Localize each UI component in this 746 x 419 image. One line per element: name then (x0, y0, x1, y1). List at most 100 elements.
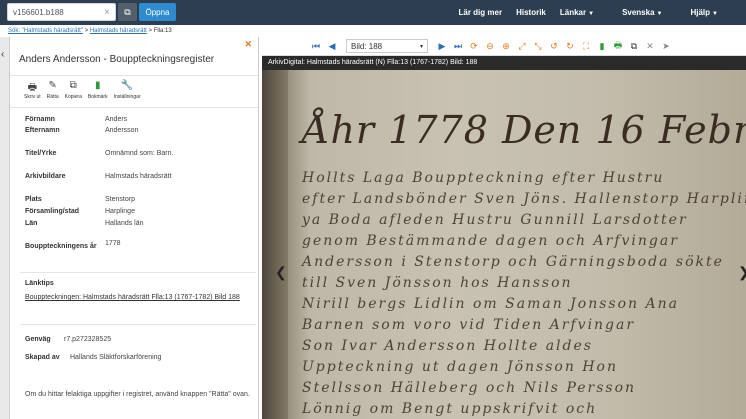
breadcrumb-search[interactable]: Sök: "Halmstads häradsrätt" (8, 28, 83, 34)
field-value: Stenstorp (105, 196, 135, 203)
nav-language-label[interactable]: Svenska (622, 8, 654, 17)
caret-down-icon: ▼ (712, 11, 718, 17)
links-section: Länktips Bouppteckningen: Halmstads hära… (25, 280, 255, 303)
fit-icon[interactable]: ⤢ (514, 41, 530, 52)
bookmark-button[interactable]: ▮ Bokmärk (88, 76, 108, 107)
caret-down-icon: ▼ (656, 11, 663, 17)
handwritten-line: Stellsson Hälleberg och Nils Persson (302, 380, 637, 396)
handwritten-line: Son Ivar Andersson Hollte aldes (302, 338, 593, 354)
nav-learn-more[interactable]: Lär dig mer (459, 8, 503, 17)
divider (20, 272, 256, 273)
bookmark-label: Bokmärk (87, 94, 108, 100)
panel-collapse-strip[interactable]: ‹ (0, 37, 10, 419)
settings-label: Inställningar (113, 94, 141, 100)
field-value: Andersson (105, 127, 139, 134)
shortcut-value[interactable]: r7.p272328525 (64, 336, 214, 343)
document-heading: Åhr 1778 Den 16 Februarii (302, 108, 746, 152)
page-selector[interactable]: Bild: 188 ▾ (346, 39, 428, 53)
print-button[interactable]: 🖶 Skriv ut (24, 76, 41, 107)
nav-links[interactable]: Länkar ▼ (560, 8, 608, 17)
field-value: Halmstads häradsrätt (105, 173, 172, 180)
search-input[interactable]: v156601.b188 × (7, 3, 116, 21)
field-label: Plats (25, 196, 42, 203)
document-image[interactable]: Åhr 1778 Den 16 Februarii Hollts Laga Bo… (262, 70, 746, 419)
rotate-right-icon[interactable]: ↻ (562, 41, 578, 52)
expand-icon[interactable]: ⤡ (530, 41, 546, 52)
field-label: Arkivbildare (25, 173, 66, 180)
last-page-icon[interactable]: ⏭ (450, 41, 466, 52)
tools-icon[interactable]: ✕ (642, 41, 658, 52)
next-image-icon[interactable]: ❯ (738, 264, 746, 281)
nav-language[interactable]: Svenska ▼ (622, 8, 676, 17)
caret-down-icon: ▼ (588, 11, 595, 17)
rotate-left-icon[interactable]: ↺ (546, 41, 562, 52)
field-value: Harplinge (105, 208, 135, 215)
correct-button[interactable]: ✎ Rätta (47, 76, 59, 107)
handwritten-line: till Sven Jönsson hos Hansson (302, 275, 573, 291)
bookmark-icon[interactable]: ▮ (594, 41, 610, 52)
pencil-icon: ✎ (48, 80, 57, 91)
handwritten-line: Lönnig om Bengt uppskrifvit och (302, 401, 598, 417)
clear-icon[interactable]: × (104, 7, 110, 18)
field-label: Län (25, 220, 38, 227)
nav-links-label[interactable]: Länkar (560, 8, 586, 17)
archive-link[interactable]: Bouppteckningen: Halmstads häradsrätt Fl… (25, 293, 255, 303)
panel-toolbar: 🖶 Skriv ut ✎ Rätta ⧉ Kopiera ▮ Bokmärk 🔧 Inst… (10, 75, 258, 108)
search-value[interactable]: v156601.b188 (13, 8, 104, 17)
prev-page-icon[interactable]: ◀ (324, 41, 340, 52)
print-label: Skriv ut (24, 94, 41, 100)
refresh-icon[interactable]: ⟳ (466, 41, 482, 52)
prev-image-icon[interactable]: ❮ (275, 264, 287, 281)
wrench-icon: 🔧 (120, 80, 134, 91)
settings-button[interactable]: 🔧 Inställningar (114, 76, 141, 107)
field-value: Anders (105, 116, 128, 123)
top-navbar: v156601.b188 × ⧉ Öppna Lär dig mer Histo… (0, 0, 746, 25)
zoom-out-icon[interactable]: ⊖ (482, 41, 498, 52)
field-label: Församling/stad (25, 208, 80, 215)
fullscreen-icon[interactable]: ⛶ (578, 41, 594, 52)
nav-history[interactable]: Historik (516, 8, 546, 17)
print-icon[interactable]: 🖶 (610, 38, 626, 54)
nav-help-label[interactable]: Hjälp (690, 8, 710, 17)
handwritten-line: Uppteckning ut dagen Jönsson Hon (302, 359, 618, 375)
handwritten-line: Hollts Laga Bouppteckning efter Hustru (302, 170, 665, 186)
correction-hint: Om du hittar felaktiga uppgifter i regis… (25, 391, 250, 398)
field-label: Bouppteckningens år (25, 243, 97, 250)
image-viewer[interactable]: ArkivDigital: Halmstads häradsrätt (N) F… (262, 56, 746, 419)
printer-icon: 🖶 (27, 82, 38, 93)
handwritten-line: Barnen som voro vid Tiden Arfvingar (302, 317, 636, 333)
panel-title: Anders Andersson - Bouppteckningsregiste… (19, 54, 215, 65)
copy-icon[interactable]: ⧉ (626, 41, 642, 52)
breadcrumb-archive[interactable]: Halmstads häradsrätt (90, 28, 147, 34)
breadcrumb: Sök: "Halmstads häradsrätt" > Halmstads … (0, 25, 746, 37)
first-page-icon[interactable]: ⏮ (308, 41, 324, 52)
close-icon[interactable]: ✕ (244, 39, 252, 50)
handwritten-line: efter Landsbönder Sven Jöns. Hallenstorp… (302, 191, 746, 207)
field-label: Titel/Yrke (25, 150, 57, 157)
field-label: Förnamn (25, 116, 55, 123)
handwritten-line: genom Bestämmande dagen och Arfvingar (302, 233, 679, 249)
book-spine (262, 70, 288, 419)
copy-record-button[interactable]: ⧉ Kopiera (65, 76, 82, 107)
zoom-in-icon[interactable]: ⊕ (498, 41, 514, 52)
created-value: Hallands Släktforskarförening (70, 354, 162, 361)
next-page-icon[interactable]: ▶ (434, 41, 450, 52)
bookmark-icon: ▮ (94, 80, 101, 91)
field-value: Hallands län (105, 220, 144, 227)
open-button[interactable]: Öppna (139, 3, 176, 21)
chevron-left-icon[interactable]: ‹ (1, 49, 4, 60)
viewer-title: ArkivDigital: Halmstads häradsrätt (N) F… (268, 59, 478, 66)
field-value: 1778 (105, 240, 121, 247)
field-label: Efternamn (25, 127, 60, 134)
copy-button[interactable]: ⧉ (118, 3, 137, 21)
chevron-down-icon: ▾ (419, 43, 423, 50)
pointer-icon[interactable]: ➤ (658, 41, 674, 52)
copy-label: Kopiera (64, 94, 82, 100)
handwritten-line: Andersson i Stenstorp och Gärningsboda s… (302, 254, 724, 270)
breadcrumb-volume: Flla:13 (153, 28, 172, 34)
handwritten-line: ya Boda afleden Hustru Gunnill Larsdotte… (302, 212, 688, 228)
register-panel: ✕ Anders Andersson - Bouppteckningsregis… (10, 37, 259, 419)
nav-help[interactable]: Hjälp ▼ (690, 8, 732, 17)
field-value: Omnämnd som: Barn. (105, 150, 174, 157)
copy-icon: ⧉ (69, 80, 77, 91)
